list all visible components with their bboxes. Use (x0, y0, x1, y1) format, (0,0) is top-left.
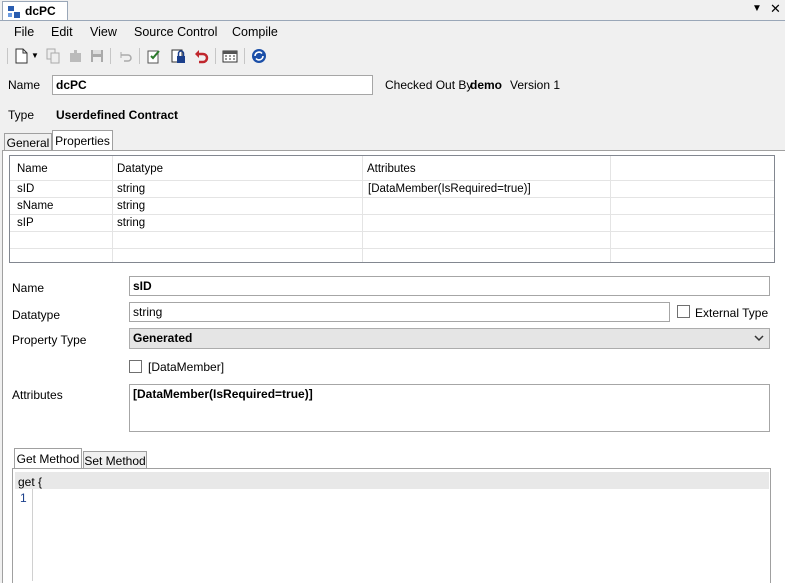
plugin-icon[interactable] (66, 47, 84, 65)
attributes-value: [DataMember(IsRequired=true)] (133, 387, 313, 401)
undo-icon[interactable] (116, 47, 134, 65)
tab-general-label: General (6, 136, 50, 150)
contract-name-input[interactable]: dcPC (52, 75, 373, 95)
checked-out-user: demo (470, 78, 503, 92)
menu-edit[interactable]: Edit (51, 25, 73, 39)
cell-datatype: string (117, 183, 146, 195)
new-dropdown-icon[interactable]: ▼ (31, 51, 39, 60)
column-header-name[interactable]: Name (17, 163, 48, 175)
attributes-label: Attributes (12, 388, 63, 402)
property-name-value: sID (133, 279, 152, 293)
save-icon[interactable] (88, 47, 106, 65)
column-header-attributes[interactable]: Attributes (367, 163, 416, 175)
tab-general[interactable]: General (4, 133, 52, 151)
close-icon[interactable]: ✕ (770, 1, 781, 17)
property-type-label: Property Type (12, 333, 87, 347)
table-row[interactable]: sName string (10, 198, 774, 214)
gutter-divider (32, 489, 33, 581)
menu-bar: File Edit View Source Control Compile (0, 21, 785, 43)
document-tab[interactable]: dcPC (2, 1, 68, 20)
properties-grid: Name Datatype Attributes sID string [Dat… (9, 155, 775, 263)
chevron-down-icon[interactable]: ▼ (752, 3, 762, 14)
datatype-input[interactable]: string (129, 302, 670, 322)
menu-source-control[interactable]: Source Control (134, 25, 217, 39)
external-type-checkbox[interactable] (677, 305, 690, 318)
calendar-icon[interactable] (221, 47, 239, 65)
toolbar: ▼ (0, 43, 785, 71)
line-number: 1 (20, 491, 27, 505)
tab-get-method[interactable]: Get Method (14, 448, 82, 469)
code-editor[interactable]: get { 1 (12, 468, 771, 583)
datamember-label: [DataMember] (148, 360, 225, 374)
tab-properties-label: Properties (55, 134, 110, 148)
type-value: Userdefined Contract (56, 108, 179, 122)
cell-attributes: [DataMember(IsRequired=true)] (368, 183, 531, 195)
property-type-select[interactable]: Generated (129, 328, 770, 349)
datatype-value: string (133, 305, 163, 319)
tab-properties[interactable]: Properties (52, 130, 113, 151)
tab-set-method-label: Set Method (84, 454, 146, 468)
code-first-line (15, 472, 769, 489)
cell-name: sName (17, 200, 54, 212)
version-label: Version 1 (510, 78, 561, 92)
chevron-down-icon (754, 335, 764, 342)
datamember-checkbox[interactable] (129, 360, 142, 373)
undo-checkout-icon[interactable] (192, 47, 210, 65)
document-tabstrip (0, 0, 785, 21)
compile-icon[interactable] (250, 47, 268, 65)
attributes-textarea[interactable]: [DataMember(IsRequired=true)] (129, 384, 770, 432)
table-row[interactable]: sIP string (10, 215, 774, 231)
lock-icon[interactable] (169, 47, 187, 65)
contract-icon (8, 6, 20, 18)
property-name-input[interactable]: sID (129, 276, 770, 296)
copy-icon[interactable] (44, 47, 62, 65)
code-line-text: get { (18, 475, 43, 489)
cell-datatype: string (117, 217, 146, 229)
external-type-label: External Type (695, 306, 769, 320)
checked-out-label: Checked Out By (385, 78, 473, 92)
type-label: Type (8, 108, 35, 122)
column-header-datatype[interactable]: Datatype (117, 163, 163, 175)
datatype-label: Datatype (12, 308, 61, 322)
menu-compile[interactable]: Compile (232, 25, 278, 39)
property-type-value: Generated (133, 331, 193, 345)
contract-name-value: dcPC (56, 78, 87, 92)
cell-datatype: string (117, 200, 146, 212)
cell-name: sID (17, 183, 35, 195)
cell-name: sIP (17, 217, 34, 229)
document-tab-label: dcPC (25, 4, 56, 18)
tab-set-method[interactable]: Set Method (83, 451, 147, 469)
tab-get-method-label: Get Method (16, 452, 80, 466)
check-in-icon[interactable] (145, 47, 163, 65)
new-file-icon[interactable] (13, 47, 31, 65)
name-label: Name (8, 78, 41, 92)
menu-file[interactable]: File (14, 25, 34, 39)
menu-view[interactable]: View (90, 25, 117, 39)
property-name-label: Name (12, 281, 45, 295)
table-row[interactable]: sID string [DataMember(IsRequired=true)] (10, 181, 774, 197)
